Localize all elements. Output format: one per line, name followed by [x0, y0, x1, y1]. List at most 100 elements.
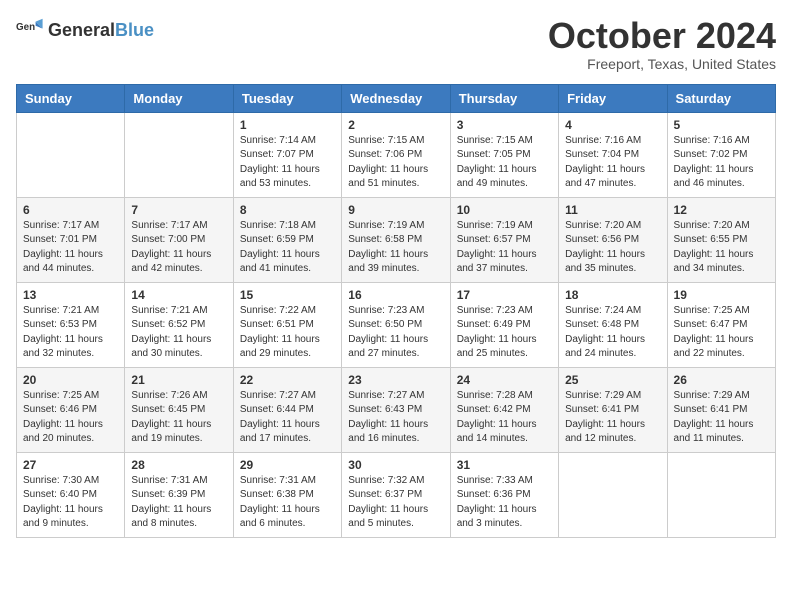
calendar-day-cell: 12 Sunrise: 7:20 AM Sunset: 6:55 PM Dayli…	[667, 197, 775, 282]
day-info: Sunrise: 7:33 AM Sunset: 6:36 PM Dayligh…	[457, 474, 552, 532]
calendar-day-cell: 31 Sunrise: 7:33 AM Sunset: 6:36 PM Dayli…	[450, 452, 558, 537]
calendar-day-cell: 22 Sunrise: 7:27 AM Sunset: 6:44 PM Dayli…	[233, 367, 341, 452]
calendar-day-cell: 7Sunrise: 7:17 AM Sunset: 7:00 PM Daylig…	[125, 197, 233, 282]
calendar-day-cell: 17Sunrise: 7:23 AM Sunset: 6:49 PM Dayli…	[450, 282, 558, 367]
calendar-week-row: 1 Sunrise: 7:14 AM Sunset: 7:07 PM Daylig…	[17, 112, 776, 197]
calendar-day-cell	[667, 452, 775, 537]
day-info: Sunrise: 7:15 AM Sunset: 7:06 PM Dayligh…	[348, 134, 443, 192]
day-number: 17	[457, 288, 552, 302]
calendar-day-cell: 11Sunrise: 7:20 AM Sunset: 6:56 PM Dayli…	[559, 197, 667, 282]
calendar-day-cell: 15 Sunrise: 7:22 AM Sunset: 6:51 PM Dayli…	[233, 282, 341, 367]
day-number: 2	[348, 118, 443, 132]
month-title: October 2024	[548, 16, 776, 56]
day-info: Sunrise: 7:29 AM Sunset: 6:41 PM Dayligh…	[674, 389, 769, 447]
day-of-week-header: Saturday	[667, 84, 775, 112]
day-info: Sunrise: 7:23 AM Sunset: 6:50 PM Dayligh…	[348, 304, 443, 362]
day-info: Sunrise: 7:31 AM Sunset: 6:38 PM Dayligh…	[240, 474, 335, 532]
day-number: 15	[240, 288, 335, 302]
day-number: 22	[240, 373, 335, 387]
day-number: 9	[348, 203, 443, 217]
logo-general: General	[48, 20, 115, 40]
day-info: Sunrise: 7:30 AM Sunset: 6:40 PM Dayligh…	[23, 474, 118, 532]
day-info: Sunrise: 7:19 AM Sunset: 6:57 PM Dayligh…	[457, 219, 552, 277]
day-info: Sunrise: 7:24 AM Sunset: 6:48 PM Dayligh…	[565, 304, 660, 362]
logo-blue: Blue	[115, 20, 154, 40]
day-of-week-header: Monday	[125, 84, 233, 112]
logo: Gen GeneralBlue	[16, 16, 154, 44]
day-info: Sunrise: 7:15 AM Sunset: 7:05 PM Dayligh…	[457, 134, 552, 192]
title-section: October 2024 Freeport, Texas, United Sta…	[548, 16, 776, 72]
day-info: Sunrise: 7:25 AM Sunset: 6:46 PM Dayligh…	[23, 389, 118, 447]
calendar-day-cell: 6 Sunrise: 7:17 AM Sunset: 7:01 PM Daylig…	[17, 197, 125, 282]
calendar-day-cell: 23 Sunrise: 7:27 AM Sunset: 6:43 PM Dayli…	[342, 367, 450, 452]
calendar-day-cell: 24 Sunrise: 7:28 AM Sunset: 6:42 PM Dayli…	[450, 367, 558, 452]
day-number: 25	[565, 373, 660, 387]
day-info: Sunrise: 7:18 AM Sunset: 6:59 PM Dayligh…	[240, 219, 335, 277]
day-number: 12	[674, 203, 769, 217]
calendar-day-cell: 16 Sunrise: 7:23 AM Sunset: 6:50 PM Dayli…	[342, 282, 450, 367]
calendar-day-cell: 14 Sunrise: 7:21 AM Sunset: 6:52 PM Dayli…	[125, 282, 233, 367]
day-number: 16	[348, 288, 443, 302]
calendar-day-cell: 3Sunrise: 7:15 AM Sunset: 7:05 PM Daylig…	[450, 112, 558, 197]
calendar-week-row: 27 Sunrise: 7:30 AM Sunset: 6:40 PM Dayli…	[17, 452, 776, 537]
location-title: Freeport, Texas, United States	[548, 56, 776, 72]
day-info: Sunrise: 7:20 AM Sunset: 6:56 PM Dayligh…	[565, 219, 660, 277]
calendar-day-cell: 29Sunrise: 7:31 AM Sunset: 6:38 PM Dayli…	[233, 452, 341, 537]
day-of-week-header: Wednesday	[342, 84, 450, 112]
day-number: 27	[23, 458, 118, 472]
calendar-day-cell: 28 Sunrise: 7:31 AM Sunset: 6:39 PM Dayli…	[125, 452, 233, 537]
day-info: Sunrise: 7:27 AM Sunset: 6:43 PM Dayligh…	[348, 389, 443, 447]
day-of-week-header: Thursday	[450, 84, 558, 112]
calendar-day-cell: 27 Sunrise: 7:30 AM Sunset: 6:40 PM Dayli…	[17, 452, 125, 537]
logo-text: GeneralBlue	[48, 20, 154, 41]
day-number: 20	[23, 373, 118, 387]
day-number: 24	[457, 373, 552, 387]
day-number: 1	[240, 118, 335, 132]
day-number: 6	[23, 203, 118, 217]
day-number: 23	[348, 373, 443, 387]
calendar-week-row: 13Sunrise: 7:21 AM Sunset: 6:53 PM Dayli…	[17, 282, 776, 367]
day-number: 18	[565, 288, 660, 302]
calendar-day-cell: 9Sunrise: 7:19 AM Sunset: 6:58 PM Daylig…	[342, 197, 450, 282]
calendar-day-cell: 2 Sunrise: 7:15 AM Sunset: 7:06 PM Daylig…	[342, 112, 450, 197]
calendar-day-cell: 10 Sunrise: 7:19 AM Sunset: 6:57 PM Dayli…	[450, 197, 558, 282]
calendar-day-cell: 4Sunrise: 7:16 AM Sunset: 7:04 PM Daylig…	[559, 112, 667, 197]
day-number: 28	[131, 458, 226, 472]
calendar-day-cell: 18 Sunrise: 7:24 AM Sunset: 6:48 PM Dayli…	[559, 282, 667, 367]
day-number: 21	[131, 373, 226, 387]
day-info: Sunrise: 7:21 AM Sunset: 6:52 PM Dayligh…	[131, 304, 226, 362]
calendar-day-cell: 19Sunrise: 7:25 AM Sunset: 6:47 PM Dayli…	[667, 282, 775, 367]
calendar-day-cell: 5 Sunrise: 7:16 AM Sunset: 7:02 PM Daylig…	[667, 112, 775, 197]
calendar-day-cell: 26 Sunrise: 7:29 AM Sunset: 6:41 PM Dayli…	[667, 367, 775, 452]
day-of-week-header: Sunday	[17, 84, 125, 112]
day-number: 10	[457, 203, 552, 217]
calendar-day-cell	[125, 112, 233, 197]
day-info: Sunrise: 7:16 AM Sunset: 7:02 PM Dayligh…	[674, 134, 769, 192]
day-number: 31	[457, 458, 552, 472]
day-number: 8	[240, 203, 335, 217]
calendar-day-cell: 30Sunrise: 7:32 AM Sunset: 6:37 PM Dayli…	[342, 452, 450, 537]
calendar-table: SundayMondayTuesdayWednesdayThursdayFrid…	[16, 84, 776, 538]
day-info: Sunrise: 7:20 AM Sunset: 6:55 PM Dayligh…	[674, 219, 769, 277]
day-info: Sunrise: 7:28 AM Sunset: 6:42 PM Dayligh…	[457, 389, 552, 447]
day-info: Sunrise: 7:25 AM Sunset: 6:47 PM Dayligh…	[674, 304, 769, 362]
day-of-week-header: Tuesday	[233, 84, 341, 112]
calendar-day-cell: 20 Sunrise: 7:25 AM Sunset: 6:46 PM Dayli…	[17, 367, 125, 452]
day-info: Sunrise: 7:14 AM Sunset: 7:07 PM Dayligh…	[240, 134, 335, 192]
calendar-week-row: 6 Sunrise: 7:17 AM Sunset: 7:01 PM Daylig…	[17, 197, 776, 282]
day-number: 26	[674, 373, 769, 387]
day-number: 30	[348, 458, 443, 472]
logo-icon: Gen	[16, 16, 44, 44]
day-info: Sunrise: 7:26 AM Sunset: 6:45 PM Dayligh…	[131, 389, 226, 447]
calendar-day-cell	[559, 452, 667, 537]
day-info: Sunrise: 7:22 AM Sunset: 6:51 PM Dayligh…	[240, 304, 335, 362]
calendar-day-cell: 25Sunrise: 7:29 AM Sunset: 6:41 PM Dayli…	[559, 367, 667, 452]
day-info: Sunrise: 7:17 AM Sunset: 7:01 PM Dayligh…	[23, 219, 118, 277]
day-info: Sunrise: 7:31 AM Sunset: 6:39 PM Dayligh…	[131, 474, 226, 532]
day-number: 5	[674, 118, 769, 132]
svg-text:Gen: Gen	[16, 22, 35, 33]
day-number: 14	[131, 288, 226, 302]
day-info: Sunrise: 7:27 AM Sunset: 6:44 PM Dayligh…	[240, 389, 335, 447]
day-info: Sunrise: 7:16 AM Sunset: 7:04 PM Dayligh…	[565, 134, 660, 192]
calendar-week-row: 20 Sunrise: 7:25 AM Sunset: 6:46 PM Dayli…	[17, 367, 776, 452]
